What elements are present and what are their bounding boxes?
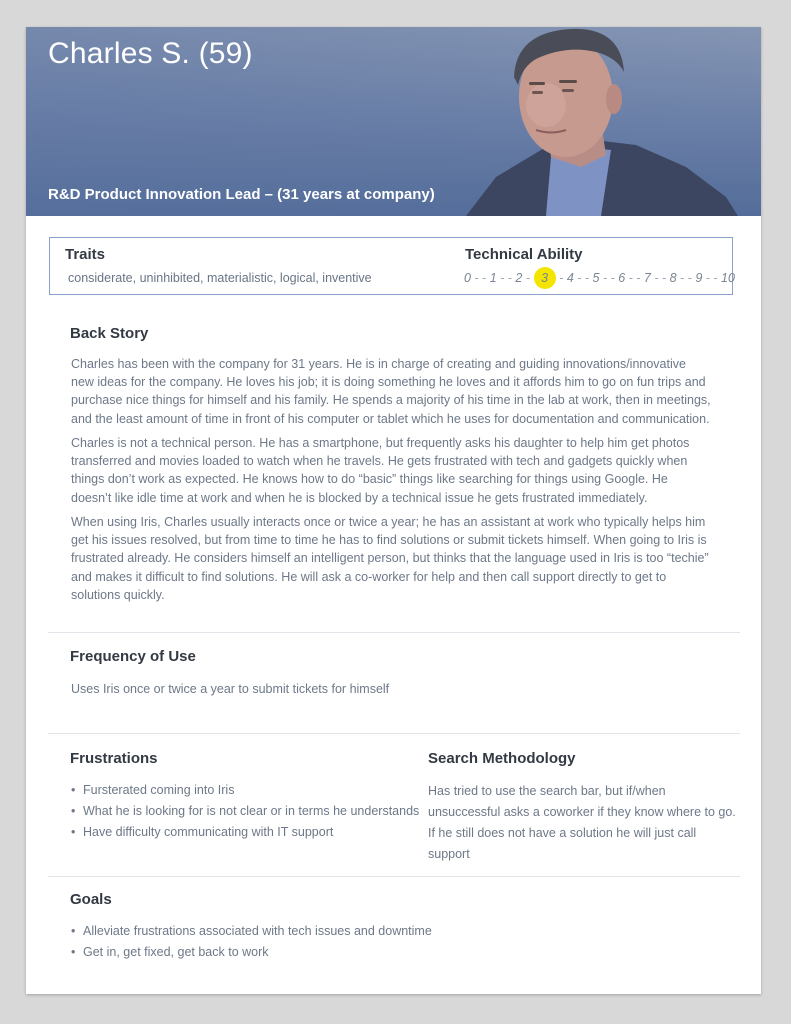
section-divider <box>48 632 740 633</box>
list-item: Alleviate frustrations associated with t… <box>71 921 671 942</box>
scale-value: 9 <box>695 271 703 285</box>
scale-value: 1 <box>489 271 497 285</box>
scale-separator: - - <box>599 271 619 285</box>
persona-header: Charles S. (59) R&D Product Innovation L… <box>26 27 761 216</box>
back-story-paragraph: Charles is not a technical person. He ha… <box>71 436 690 505</box>
scale-value: 3 <box>533 267 556 289</box>
list-item: Have difficulty communicating with IT su… <box>71 822 421 843</box>
scale-value: 5 <box>592 271 600 285</box>
scale-separator: - - <box>650 271 670 285</box>
section-divider <box>48 876 740 877</box>
persona-card: Charles S. (59) R&D Product Innovation L… <box>26 27 761 994</box>
frequency-title: Frequency of Use <box>70 648 196 665</box>
scale-separator: - - <box>676 271 696 285</box>
scale-separator: - - <box>573 271 593 285</box>
back-story-paragraph: Charles has been with the company for 31… <box>71 357 711 426</box>
scale-separator: - - <box>470 271 490 285</box>
technical-ability-scale: 0 - - 1 - - 2 - - 3 - - 4 - - 5 - - 6 - … <box>464 267 735 289</box>
scale-value: 4 <box>566 271 574 285</box>
back-story-title: Back Story <box>70 325 149 342</box>
list-item: Get in, get fixed, get back to work <box>71 942 671 963</box>
search-methodology-title: Search Methodology <box>428 750 576 767</box>
list-item: What he is looking for is not clear or i… <box>71 801 421 822</box>
list-item: Fursterated coming into Iris <box>71 780 421 801</box>
persona-name: Charles S. (59) <box>48 37 253 70</box>
scale-separator: - - <box>625 271 644 285</box>
scale-value: 7 <box>643 271 651 285</box>
scale-separator: - - <box>702 271 722 285</box>
section-divider <box>48 733 740 734</box>
goals-title: Goals <box>70 891 112 908</box>
traits-list: considerate, uninhibited, materialistic,… <box>68 271 372 285</box>
traits-box: Traits considerate, uninhibited, materia… <box>49 237 735 295</box>
scale-value: 6 <box>618 271 626 285</box>
search-methodology-text: Has tried to use the search bar, but if/… <box>428 784 736 861</box>
scale-value: 8 <box>669 271 677 285</box>
traits-title: Traits <box>65 246 106 263</box>
frustrations-list: Fursterated coming into Iris What he is … <box>71 780 421 843</box>
back-story-paragraph: When using Iris, Charles usually interac… <box>71 515 709 602</box>
technical-ability-title: Technical Ability <box>465 246 583 263</box>
scale-value: 10 <box>721 271 735 285</box>
frequency-text: Uses Iris once or twice a year to submit… <box>71 682 390 696</box>
goals-list: Alleviate frustrations associated with t… <box>71 921 671 963</box>
scale-separator: - - <box>496 271 516 285</box>
scale-value: 0 <box>464 271 471 285</box>
frustrations-title: Frustrations <box>70 750 158 767</box>
persona-role: R&D Product Innovation Lead – (31 years … <box>48 186 435 203</box>
scale-value: 2 <box>515 271 523 285</box>
